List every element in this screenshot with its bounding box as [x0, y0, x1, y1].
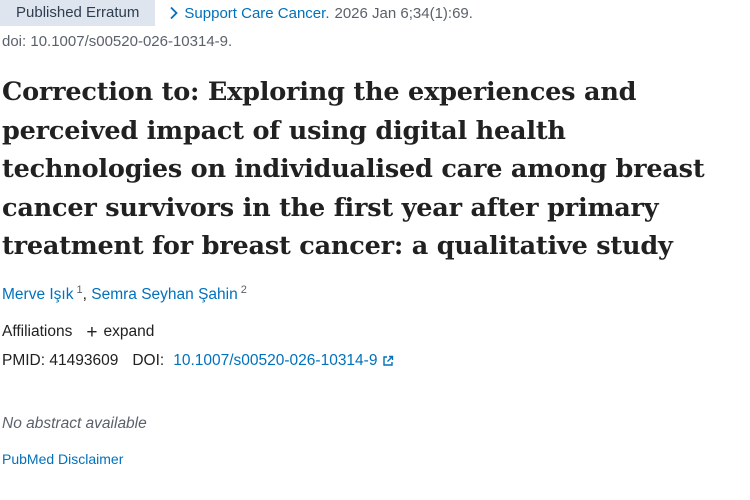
author-affiliation-ref[interactable]: 2 [241, 284, 247, 296]
chevron-right-icon[interactable] [167, 6, 181, 20]
author-link[interactable]: Semra Seyhan Şahin [91, 286, 237, 303]
pmid: PMID: 41493609 [2, 352, 119, 369]
expand-affiliations-button[interactable]: + expand [86, 321, 155, 343]
author-separator: , [82, 286, 87, 303]
identifiers-row: PMID: 41493609 DOI: 10.1007/s00520-026-1… [2, 352, 394, 370]
journal-citation: Support Care Cancer. 2026 Jan 6;34(1):69… [167, 5, 473, 22]
abstract-notice: No abstract available [2, 415, 147, 432]
journal-link[interactable]: Support Care Cancer. [184, 5, 329, 22]
plus-icon: + [86, 321, 98, 343]
doi-label: DOI: [132, 352, 165, 369]
author-link[interactable]: Merve Işık [2, 286, 73, 303]
doi-line: doi: 10.1007/s00520-026-10314-9. [2, 33, 233, 50]
doi-link[interactable]: 10.1007/s00520-026-10314-9 [173, 352, 394, 370]
external-link-icon [383, 355, 394, 366]
citation-row: Published Erratum Support Care Cancer. 2… [0, 0, 473, 26]
pubmed-disclaimer-link[interactable]: PubMed Disclaimer [2, 451, 123, 467]
article-title: Correction to: Exploring the experiences… [2, 77, 705, 261]
citation-details: 2026 Jan 6;34(1):69. [334, 4, 473, 22]
expand-label: expand [103, 323, 155, 340]
affiliations-row: Affiliations + expand [2, 321, 155, 343]
author-list: Merve Işık 1, Semra Seyhan Şahin 2 [2, 284, 247, 304]
doi-value: 10.1007/s00520-026-10314-9 [173, 352, 378, 369]
affiliations-label: Affiliations [2, 323, 73, 340]
publication-type-badge: Published Erratum [0, 0, 156, 26]
